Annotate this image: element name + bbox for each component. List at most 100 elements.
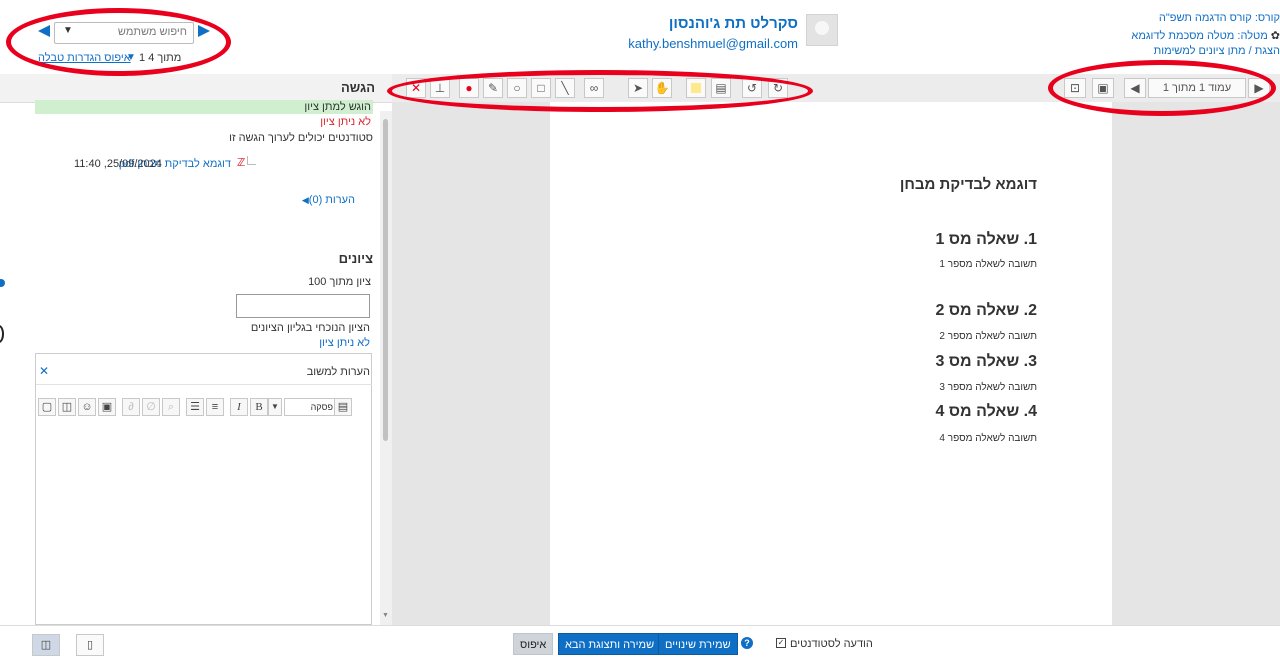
pan-icon[interactable]: ✋ [652,78,672,98]
stamp-icon[interactable]: ⊥ [430,78,450,98]
feedback-label: הערות למשוב [306,366,370,378]
user-email: kathy.benshmuel@gmail.com [628,36,798,51]
save-changes-button[interactable]: שמירת שינויים [658,633,738,655]
reset-table-link[interactable]: איפוס הגדרות טבלה [38,52,131,64]
view-grade-link[interactable]: הצגת / מתן ציונים למשימות [1154,45,1280,55]
user-filter-row: איפוס הגדרות טבלה ▼ 1 מתוך 4 [38,52,210,68]
rectangle-icon[interactable]: □ [531,78,551,98]
help-icon[interactable]: ? [741,637,753,649]
reset-button[interactable]: איפוס [513,633,554,655]
user-search-placeholder: חיפוש משתמש [117,26,187,38]
file-date: 11:40 ,25/09/2024 [74,158,162,170]
link-icon[interactable]: ⌕ [162,398,180,416]
assignment-link[interactable]: ✿ מטלה: מטלה מסכמת לדוגמא [1131,29,1280,42]
status-submitted: הוגש למתן ציון [304,101,371,113]
page-indicator[interactable]: עמוד 1 מתוך 1 [1148,78,1246,98]
numbered-list-icon[interactable]: ☰ [186,398,204,416]
image-icon[interactable]: ▣ [98,398,116,416]
paragraph-select[interactable]: פסקה [284,398,338,416]
question-heading: 1. שאלה מס 1 [935,231,1038,248]
submission-status: הוגש למתן ציון [35,100,373,114]
question-heading: 3. שאלה מס 3 [935,353,1038,370]
layout-split-icon[interactable]: ◫ [32,634,60,656]
grade-out-of: ציון מתוך 100 [308,276,371,288]
feedback-editor[interactable] [35,353,372,625]
question-answer: תשובה לשאלה מספר 4 [939,433,1037,444]
delete-icon[interactable]: ✕ [406,78,426,98]
chevron-down-icon[interactable]: ▼ [63,25,73,36]
tree-line-icon [247,156,256,165]
submission-header: הגשה [0,74,392,103]
question-heading: 2. שאלה מס 2 [935,302,1038,319]
italic-icon[interactable]: I [230,398,248,416]
gear-icon[interactable]: ✿ [1271,30,1280,42]
filter-icon[interactable]: ▼ [126,52,136,63]
media-icon[interactable]: ▢ [38,398,56,416]
triangle-left-icon[interactable]: ◀ [302,195,309,205]
color-drop-icon[interactable]: ● [459,78,479,98]
document-viewer[interactable]: דוגמא לבדיקת מבחן 1. שאלה מס 1 תשובה לשא… [392,102,1280,625]
question-heading: 4. שאלה מס 4 [935,403,1038,420]
help-icon[interactable] [0,279,5,287]
panel-scroll-thumb[interactable] [383,119,388,441]
current-gradebook-grade: הציון הנוכחי בגליון הציונים [250,322,370,334]
header: קורס: קורס הדגמה תשפ"ה ✿ מטלה: מטלה מסכמת… [0,0,1280,74]
expand-icon[interactable]: ✕ [39,364,49,378]
scroll-down-arrow-icon[interactable]: ▼ [382,612,389,619]
status-not-graded: לא ניתן ציון [320,116,371,128]
user-search-select[interactable]: ▼ חיפוש משתמש [54,22,194,44]
toolbar-toggle-icon[interactable]: ▤ [334,398,352,416]
gradebook-not-graded[interactable]: לא ניתן ציון [319,337,370,349]
submission-title: הגשה [340,80,375,95]
bold-icon[interactable]: B [250,398,268,416]
question-answer: תשובה לשאלה מספר 3 [939,382,1037,393]
comment-icon[interactable]: ▤ [711,78,731,98]
next-page-icon[interactable]: ▶ [1248,78,1270,98]
highlight-color-icon[interactable] [686,78,706,98]
footer-bar: ◫ ▯ איפוס שמירה ותצוגת הבא שמירת שינויים… [0,625,1280,664]
save-and-next-button[interactable]: שמירה ותצוגת הבא [558,633,662,655]
notify-students-checkbox[interactable]: ✓ [776,638,786,648]
previous-user-arrow-icon[interactable] [38,25,50,37]
current-user: סקרלט תת ג'והנסון kathy.benshmuel@gmail.… [623,14,838,54]
previous-page-icon[interactable]: ◀ [1124,78,1146,98]
pen-icon[interactable]: ✎ [483,78,503,98]
user-count: 1 מתוך 4 [139,52,182,64]
document-title: דוגמא לבדיקת מבחן [899,176,1037,193]
editor-divider [36,384,372,385]
bullet-list-icon[interactable]: ≡ [206,398,224,416]
avatar [806,14,838,46]
pdf-file-icon: ℤ [237,157,246,169]
assignment-link-text[interactable]: מטלה: מטלה מסכמת לדוגמא [1131,30,1267,42]
h5p-icon[interactable]: ◫ [58,398,76,416]
annotation-toolbar: ✕ ⊥ ● ✎ ○ □ ╲ ∞ ➤ ✋ ▤ ↺ ↻ ⊡ ▣ ◀ עמוד 1 מ… [392,74,1280,103]
user-name[interactable]: סקרלט תת ג'והנסון [669,15,798,32]
expand-viewer-icon[interactable]: ⊡ [1064,78,1086,98]
layout-single-icon[interactable]: ▯ [76,634,104,656]
rotate-left-icon[interactable]: ↺ [742,78,762,98]
paragraph-select-label: פסקה [310,402,333,412]
grades-title: ציונים [338,251,373,266]
next-user-arrow-icon[interactable] [198,25,210,37]
select-icon[interactable]: ➤ [628,78,648,98]
comments-label[interactable]: הערות (0) [309,194,355,206]
question-answer: תשובה לשאלה מספר 1 [939,259,1037,270]
oval-icon[interactable]: ○ [507,78,527,98]
comments-toggle[interactable]: ◀הערות (0) [296,194,355,206]
chevron-down-icon[interactable]: ▼ [268,398,282,416]
course-link[interactable]: קורס: קורס הדגמה תשפ"ה [1159,12,1280,24]
pdf-page[interactable]: דוגמא לבדיקת מבחן 1. שאלה מס 1 תשובה לשא… [550,102,1112,625]
notify-students-label: הודעה לסטודנטים [790,638,873,650]
edge-handle-icon[interactable] [0,325,4,343]
stamp-picker-icon[interactable]: ∞ [584,78,604,98]
students-can-edit: סטודנטים יכולים לערוך הגשה זו [229,132,373,144]
unlink-icon[interactable]: ∂ [122,398,140,416]
collapse-panel-icon[interactable]: ▣ [1092,78,1114,98]
editor-toolbar: ▢ ◫ ☺ ▣ ∂ ∅ ⌕ ☰ ≡ I B ▼ פסקה ▤ [36,398,356,420]
unlink-icon-2[interactable]: ∅ [142,398,160,416]
line-icon[interactable]: ╲ [555,78,575,98]
rotate-right-icon[interactable]: ↻ [768,78,788,98]
grade-input[interactable] [236,294,370,318]
user-navigation: ▼ חיפוש משתמש [38,22,210,46]
emoji-icon[interactable]: ☺ [78,398,96,416]
